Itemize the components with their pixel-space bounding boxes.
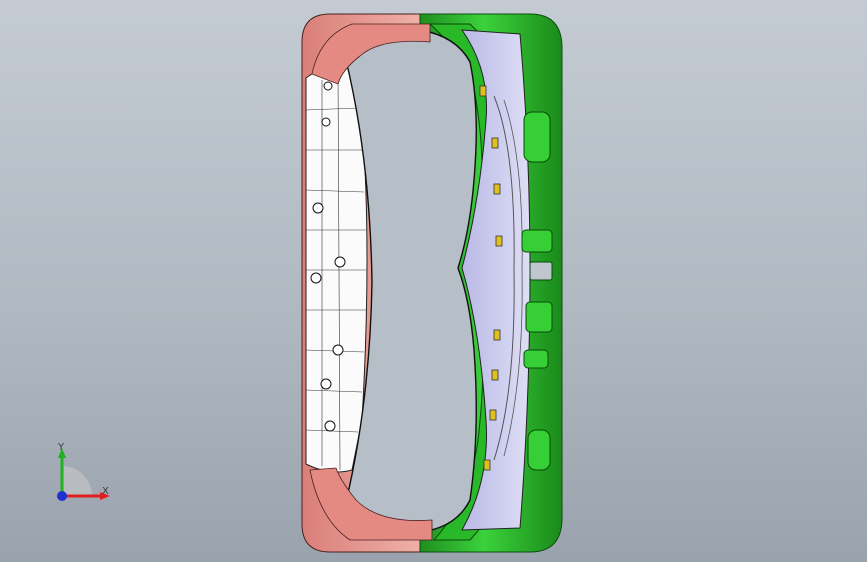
cad-graphics-viewport[interactable]: Y X [0,0,867,562]
model-3d-view[interactable] [0,0,867,562]
coordinate-triad [57,448,110,501]
triad-y-label: Y [58,442,65,453]
panel-white [305,64,368,473]
triad-x-label: X [102,486,109,497]
z-axis-dot [57,491,67,501]
